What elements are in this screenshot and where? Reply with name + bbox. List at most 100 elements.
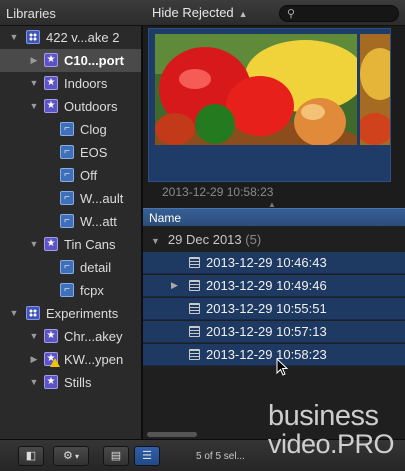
watermark-logo: business video.PRO <box>268 402 405 458</box>
clip-icon <box>189 303 200 314</box>
list-view-icon: ☰ <box>142 450 152 462</box>
sidebar-item[interactable]: ▼ ★ Stills <box>0 371 141 394</box>
sidebar-item-label: Experiments <box>46 306 119 321</box>
clip-icon <box>189 326 200 337</box>
sidebar-item[interactable]: ⌐ W...att <box>0 210 141 233</box>
keyword-collection-icon: ⌐ <box>60 191 74 205</box>
sidebar-item-label: Outdoors <box>64 99 118 114</box>
sidebar-item-label: detail <box>80 260 112 275</box>
warning-icon <box>50 358 60 367</box>
sidebar-item-label: EOS <box>80 145 108 160</box>
sidebar-item-label: C10...port <box>64 53 124 68</box>
sidebar-item[interactable]: ▶ ★ C10...port <box>0 49 141 72</box>
list-view-button[interactable]: ☰ <box>134 446 160 466</box>
event-star-icon: ★ <box>44 99 58 113</box>
disclosure-down-icon[interactable]: ▼ <box>8 32 20 42</box>
sidebar-item[interactable]: ⌐ fcpx <box>0 279 141 302</box>
sidebar-item[interactable]: ▼ ★ Tin Cans <box>0 233 141 256</box>
clip-row[interactable]: 2013-12-29 10:55:51 <box>143 298 405 320</box>
disclosure-right-icon[interactable]: ▶ <box>28 55 40 66</box>
keyword-collection-icon: ⌐ <box>60 260 74 274</box>
sidebar-item[interactable]: ▼ 422 v...ake 2 <box>0 26 141 49</box>
disclosure-right-icon[interactable]: ▶ <box>171 280 178 291</box>
clip-row[interactable]: 2013-12-29 10:58:23 <box>143 344 405 366</box>
sidebar-item[interactable]: ▼ ★ Chr...akey <box>0 325 141 348</box>
column-name-label: Name <box>149 211 182 225</box>
clip-name: 2013-12-29 10:58:23 <box>206 347 327 362</box>
clip-name: 2013-12-29 10:49:46 <box>206 278 327 293</box>
disclosure-down-icon[interactable]: ▼ <box>28 239 40 249</box>
event-star-icon: ★ <box>44 237 58 251</box>
sidebar-item[interactable]: ▶ ★ KW...ypen <box>0 348 141 371</box>
library-icon <box>26 30 40 44</box>
sidebar-toggle-button[interactable]: ◧ <box>18 446 44 466</box>
sidebar-item[interactable]: ⌐ Off <box>0 164 141 187</box>
libraries-title: Libraries <box>6 6 56 21</box>
event-star-icon: ★ <box>44 329 58 343</box>
disclosure-down-icon[interactable]: ▼ <box>28 78 40 88</box>
library-icon <box>26 306 40 320</box>
disclosure-down-icon[interactable]: ▼ <box>28 377 40 387</box>
sidebar-item-label: Indoors <box>64 76 108 91</box>
clip-thumbnail-partial <box>360 34 390 145</box>
clip-row[interactable]: ▶ 2013-12-29 10:49:46 <box>143 275 405 297</box>
disclosure-down-icon[interactable]: ▼ <box>151 236 160 246</box>
sidebar-item-label: Clog <box>80 122 107 137</box>
chevron-down-icon: ▾ <box>72 452 80 461</box>
clip-icon <box>189 349 200 360</box>
sidebar-item-label: fcpx <box>80 283 104 298</box>
toolbar: Libraries Hide Rejected ▲ ⚲ <box>0 0 405 26</box>
filter-popup[interactable]: Hide Rejected ▲ <box>152 5 248 20</box>
search-field[interactable]: ⚲ <box>279 5 399 22</box>
date-group-row[interactable]: ▼ 29 Dec 2013 (5) <box>151 232 261 247</box>
gear-icon: ⚙ <box>62 450 73 462</box>
event-star-icon: ★ <box>44 53 58 67</box>
sidebar-item[interactable]: ⌐ W...ault <box>0 187 141 210</box>
sidebar-item-label: Chr...akey <box>64 329 123 344</box>
clip-row[interactable]: 2013-12-29 10:46:43 <box>143 252 405 274</box>
filmstrip-view-button[interactable]: ▤ <box>103 446 129 466</box>
sidebar-item-label: Tin Cans <box>64 237 116 252</box>
watermark-line1: business <box>268 400 379 432</box>
disclosure-down-icon[interactable]: ▼ <box>28 101 40 111</box>
clip-row[interactable]: 2013-12-29 10:57:13 <box>143 321 405 343</box>
date-group-count: (5) <box>245 232 262 247</box>
sidebar-item[interactable]: ▼ ★ Indoors <box>0 72 141 95</box>
keyword-collection-icon: ⌐ <box>60 145 74 159</box>
search-icon: ⚲ <box>287 8 296 20</box>
filmstrip-view-icon: ▤ <box>110 450 122 462</box>
sidebar-toggle-icon: ◧ <box>25 450 37 462</box>
clip-icon <box>189 257 200 268</box>
sidebar-item[interactable]: ⌐ detail <box>0 256 141 279</box>
sidebar-item[interactable]: ▼ Experiments <box>0 302 141 325</box>
sidebar-item-label: 422 v...ake 2 <box>46 30 120 45</box>
list-column-header[interactable]: Name <box>143 208 405 226</box>
keyword-collection-icon: ⌐ <box>60 168 74 182</box>
sidebar-item[interactable]: ▼ ★ Outdoors <box>0 95 141 118</box>
filmstrip-preview[interactable] <box>148 28 391 182</box>
event-star-icon: ★ <box>44 375 58 389</box>
clip-name: 2013-12-29 10:55:51 <box>206 301 327 316</box>
keyword-collection-icon: ⌐ <box>60 214 74 228</box>
keyword-collection-icon: ⌐ <box>60 122 74 136</box>
date-group-label: 29 Dec 2013 <box>167 232 242 247</box>
selection-count: 5 of 5 sel... <box>196 451 245 462</box>
action-menu-button[interactable]: ⚙ ▾ <box>53 446 89 466</box>
updown-arrows-icon: ▲ <box>238 9 248 19</box>
clip-thumbnail <box>155 34 357 145</box>
clip-icon <box>189 280 200 291</box>
preview-timestamp: 2013-12-29 10:58:23 <box>162 185 274 199</box>
disclosure-down-icon[interactable]: ▼ <box>28 331 40 341</box>
filter-label: Hide Rejected <box>152 5 234 20</box>
libraries-sidebar: ▼ 422 v...ake 2 ▶ ★ C10...port ▼ ★ Indoors ▼ ★ Out… <box>0 26 141 439</box>
sidebar-item-label: Stills <box>64 375 92 390</box>
sidebar-item-label: W...att <box>80 214 117 229</box>
sidebar-item[interactable]: ⌐ Clog <box>0 118 141 141</box>
horizontal-scrollbar[interactable] <box>147 432 197 437</box>
sidebar-item-label: W...ault <box>80 191 124 206</box>
disclosure-right-icon[interactable]: ▶ <box>28 354 40 365</box>
sidebar-item[interactable]: ⌐ EOS <box>0 141 141 164</box>
disclosure-down-icon[interactable]: ▼ <box>8 308 20 318</box>
clip-name: 2013-12-29 10:46:43 <box>206 255 327 270</box>
watermark-line2: video.PRO <box>268 429 395 459</box>
